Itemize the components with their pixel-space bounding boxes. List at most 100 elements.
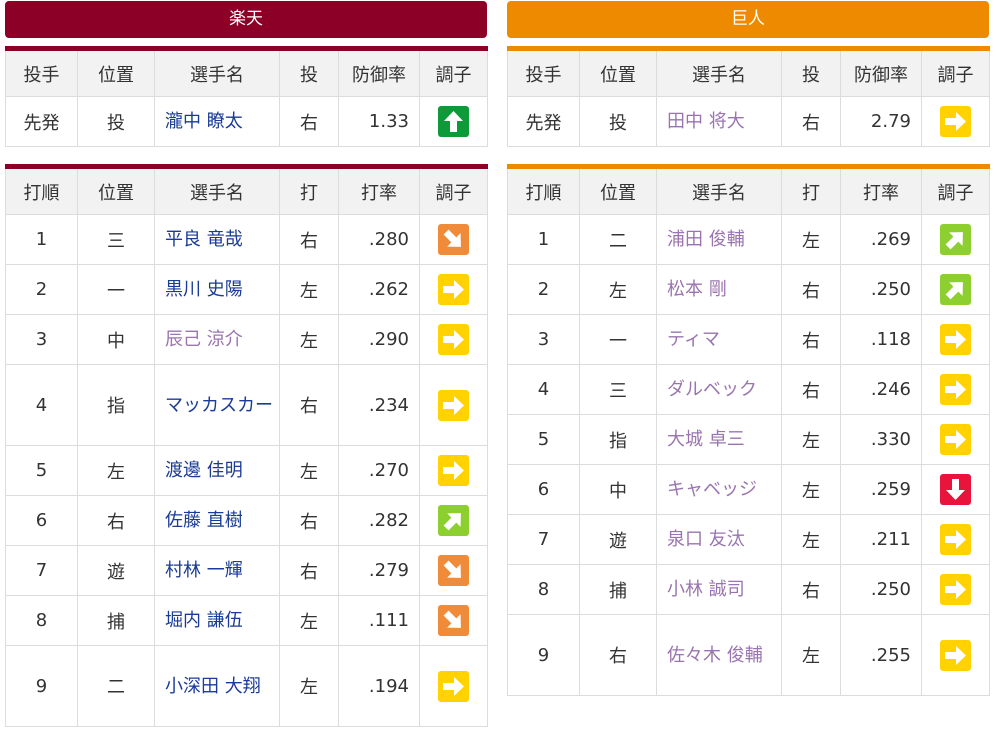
batter-name-link[interactable]: ティマ [656, 314, 782, 365]
col-header: 打 [279, 166, 339, 215]
batting-average: .282 [338, 495, 420, 546]
batting-order: 4 [5, 364, 78, 446]
batter-name-link[interactable]: 佐々木 俊輔 [656, 614, 782, 696]
batter-name-link[interactable]: 平良 竜哉 [154, 214, 280, 265]
batting-order: 4 [507, 364, 580, 415]
batter-row: 1 二浦田 俊輔左 .269 [507, 214, 990, 265]
batting-order: 7 [507, 514, 580, 565]
right-arrow-icon [940, 106, 971, 137]
batting-order: 8 [5, 595, 78, 646]
batter-position: 三 [77, 214, 155, 265]
batter-name-link[interactable]: 浦田 俊輔 [656, 214, 782, 265]
batter-condition [419, 645, 488, 727]
batter-row: 4 指マッカスカー右 .234 [5, 364, 488, 446]
batting-average: .194 [338, 645, 420, 727]
batter-condition [419, 214, 488, 265]
batting-order: 9 [5, 645, 78, 727]
pitcher-name-link[interactable]: 田中 将大 [656, 96, 782, 147]
batting-order: 9 [507, 614, 580, 696]
batting-average: .250 [840, 564, 922, 615]
batter-name-link[interactable]: マッカスカー [154, 364, 280, 446]
batter-hand: 右 [781, 564, 841, 615]
up-arrow-icon [438, 106, 469, 137]
batter-position: 捕 [77, 595, 155, 646]
pitcher-header-row: 投手 位置 選手名 投 防御率 調子 [507, 48, 990, 97]
down-right-arrow-icon [438, 555, 469, 586]
batter-name-link[interactable]: 小林 誠司 [656, 564, 782, 615]
batter-position: 中 [77, 314, 155, 365]
pitcher-role: 先発 [5, 96, 78, 147]
batter-condition [419, 364, 488, 446]
team-header-giants: 巨人 [507, 1, 989, 38]
batting-average: .118 [840, 314, 922, 365]
right-arrow-icon [940, 639, 971, 671]
batter-condition [921, 364, 990, 415]
down-arrow-icon [940, 474, 971, 505]
col-header: 打順 [5, 166, 78, 215]
batter-condition [921, 564, 990, 615]
batter-name-link[interactable]: 佐藤 直樹 [154, 495, 280, 546]
batting-order: 2 [5, 264, 78, 315]
col-header: 打順 [507, 166, 580, 215]
batter-row: 6 中キャベッジ左 .259 [507, 464, 990, 515]
batter-row: 7 遊泉口 友汰左 .211 [507, 514, 990, 565]
col-header: 投手 [507, 48, 580, 97]
batter-row: 9 二小深田 大翔左 .194 [5, 645, 488, 727]
pitcher-name-link[interactable]: 瀧中 瞭太 [154, 96, 280, 147]
batter-name-link[interactable]: 辰己 涼介 [154, 314, 280, 365]
batting-header-row: 打順 位置 選手名 打 打率 調子 [5, 166, 488, 215]
batter-name-link[interactable]: 松本 剛 [656, 264, 782, 315]
col-header: 調子 [921, 166, 990, 215]
batter-position: 二 [579, 214, 657, 265]
batting-average: .246 [840, 364, 922, 415]
batter-name-link[interactable]: キャベッジ [656, 464, 782, 515]
batter-hand: 右 [781, 264, 841, 315]
batter-position: 二 [77, 645, 155, 727]
batter-condition [419, 495, 488, 546]
batter-hand: 左 [781, 464, 841, 515]
batter-row: 4 三ダルベック右 .246 [507, 364, 990, 415]
batter-name-link[interactable]: 泉口 友汰 [656, 514, 782, 565]
batter-position: 遊 [77, 545, 155, 596]
giants-batting-table: 打順 位置 選手名 打 打率 調子 1 二浦田 俊輔左 .269 2 左松本 剛右 .25… [507, 164, 990, 696]
batting-order: 7 [5, 545, 78, 596]
batting-order: 2 [507, 264, 580, 315]
batter-condition [419, 264, 488, 315]
batter-row: 3 一ティマ右 .118 [507, 314, 990, 365]
team-header-rakuten: 楽天 [5, 1, 487, 38]
batting-average: .262 [338, 264, 420, 315]
batter-name-link[interactable]: 黒川 史陽 [154, 264, 280, 315]
pitcher-header-row: 投手 位置 選手名 投 防御率 調子 [5, 48, 488, 97]
batter-name-link[interactable]: 渡邊 佳明 [154, 445, 280, 496]
batter-position: 遊 [579, 514, 657, 565]
batter-condition [921, 264, 990, 315]
batting-order: 6 [507, 464, 580, 515]
batter-name-link[interactable]: 堀内 謙伍 [154, 595, 280, 646]
batter-hand: 右 [781, 314, 841, 365]
right-arrow-icon [438, 670, 469, 702]
batter-name-link[interactable]: 小深田 大翔 [154, 645, 280, 727]
batter-condition [921, 514, 990, 565]
col-header: 防御率 [840, 48, 922, 97]
col-header: 打 [781, 166, 841, 215]
batting-order: 5 [507, 414, 580, 465]
right-arrow-icon [940, 374, 971, 405]
batter-hand: 右 [279, 495, 339, 546]
col-header: 選手名 [154, 48, 280, 97]
batter-condition [921, 464, 990, 515]
giants-lineup: 巨人 投手 位置 選手名 投 防御率 調子 先発 投 田中 将大 右 2.79 [507, 0, 990, 696]
batter-hand: 左 [781, 614, 841, 696]
batter-row: 5 指大城 卓三左 .330 [507, 414, 990, 465]
batter-name-link[interactable]: ダルベック [656, 364, 782, 415]
batter-name-link[interactable]: 大城 卓三 [656, 414, 782, 465]
batting-order: 1 [507, 214, 580, 265]
batter-position: 右 [77, 495, 155, 546]
col-header: 投 [781, 48, 841, 97]
batter-name-link[interactable]: 村林 一輝 [154, 545, 280, 596]
pitcher-row: 先発 投 瀧中 瞭太 右 1.33 [5, 96, 488, 147]
batter-row: 5 左渡邊 佳明左 .270 [5, 445, 488, 496]
batting-average: .255 [840, 614, 922, 696]
batter-position: 右 [579, 614, 657, 696]
batter-hand: 左 [279, 595, 339, 646]
batting-order: 3 [507, 314, 580, 365]
